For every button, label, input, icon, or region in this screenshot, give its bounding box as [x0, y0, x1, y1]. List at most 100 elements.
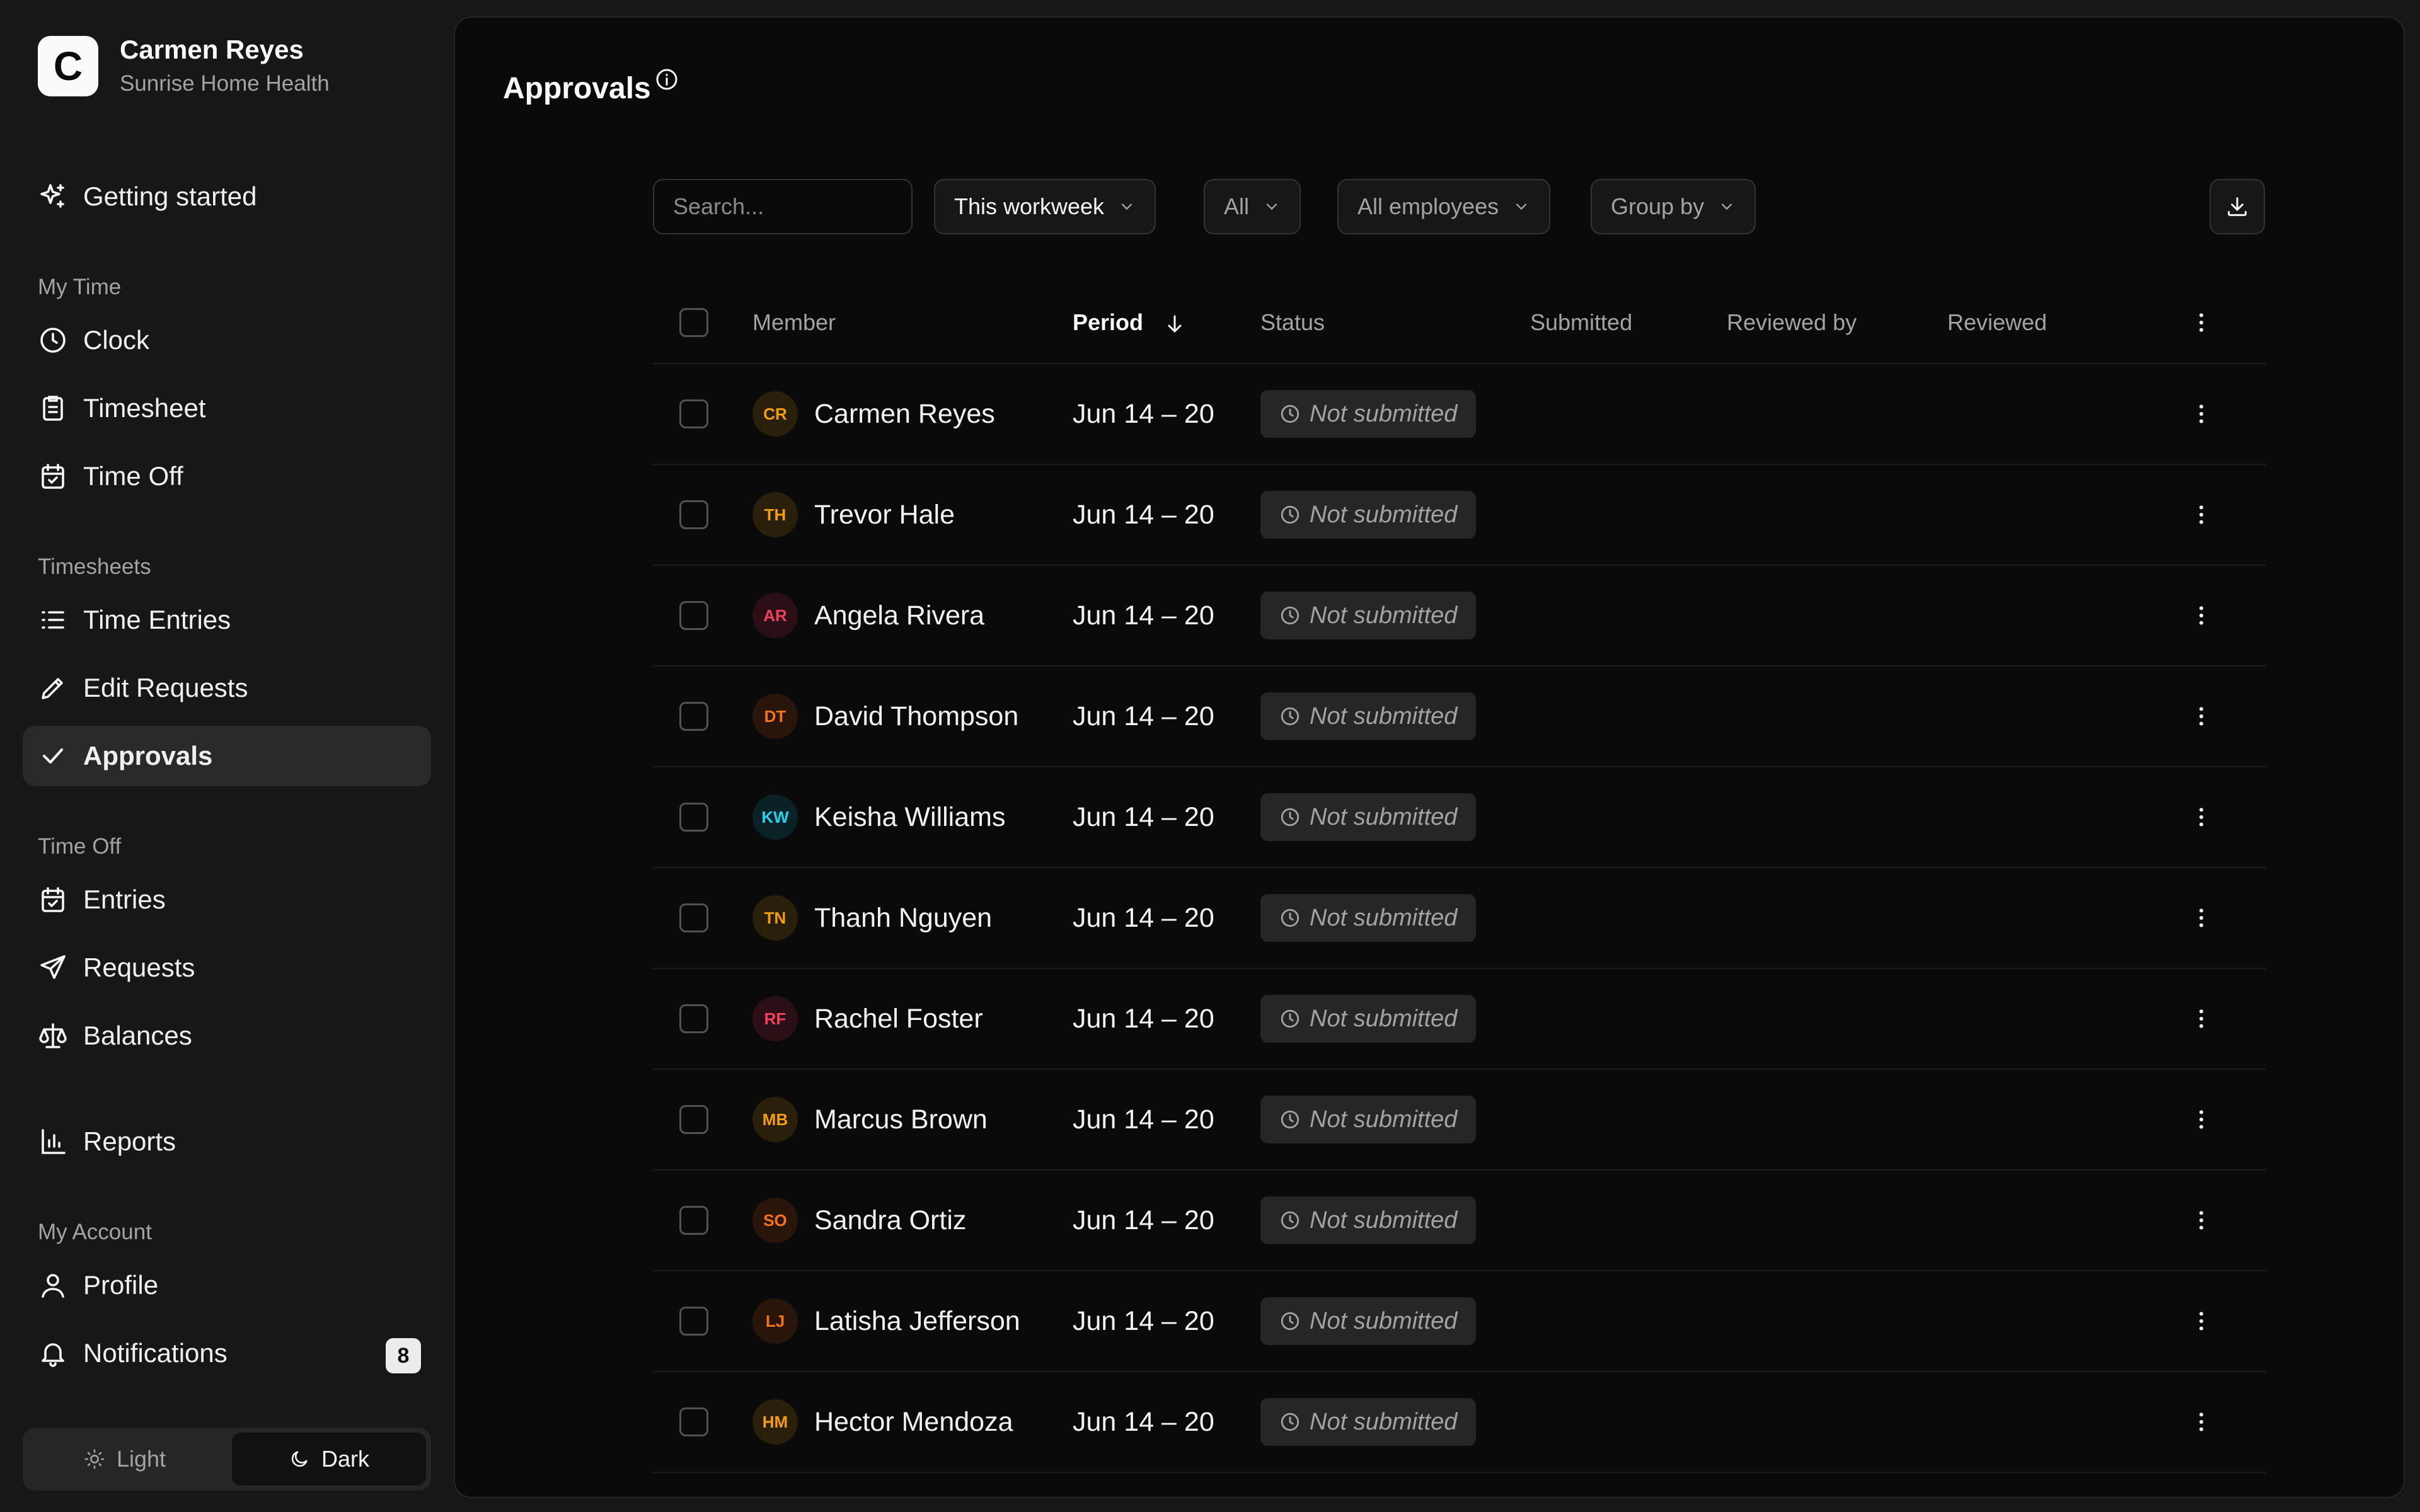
info-icon[interactable]: [654, 54, 682, 90]
select-all-checkbox[interactable]: [679, 308, 708, 337]
table-row[interactable]: SO Sandra Ortiz Jun 14 – 20 Not submitte…: [653, 1170, 2266, 1271]
status-filter-dropdown[interactable]: All: [1204, 179, 1301, 234]
moon-icon: [291, 1451, 308, 1467]
status-badge: Not submitted: [1260, 390, 1477, 438]
submitted-cell: [1530, 1069, 1727, 1171]
clock-icon: [1281, 404, 1299, 423]
sidebar-item-clock[interactable]: Clock: [23, 310, 431, 370]
period-cell: Jun 14 – 20: [1073, 1069, 1260, 1171]
reviewed-cell: [1947, 1069, 2136, 1171]
employee-filter-dropdown[interactable]: All employees: [1337, 179, 1551, 234]
sidebar-item-approvals[interactable]: Approvals: [23, 726, 431, 786]
row-checkbox[interactable]: [679, 1407, 708, 1436]
row-actions-button[interactable]: [2136, 805, 2266, 830]
row-actions-cell: [2136, 968, 2266, 1070]
row-checkbox[interactable]: [679, 500, 708, 529]
row-checkbox[interactable]: [679, 601, 708, 630]
download-button[interactable]: [2210, 179, 2265, 234]
sidebar-item-requests[interactable]: Requests: [23, 937, 431, 998]
sidebar-item-notifications[interactable]: Notifications 8: [23, 1323, 431, 1383]
status-filter-value: All: [1224, 193, 1250, 219]
table-row[interactable]: AR Angela Rivera Jun 14 – 20 Not submitt…: [653, 565, 2266, 667]
period-cell: Jun 14 – 20: [1073, 565, 1260, 667]
row-actions-button[interactable]: [2136, 1208, 2266, 1233]
status-badge: Not submitted: [1260, 1297, 1477, 1345]
row-actions-button[interactable]: [2136, 1006, 2266, 1031]
row-checkbox[interactable]: [679, 1105, 708, 1134]
status-badge: Not submitted: [1260, 1398, 1477, 1446]
row-actions-button[interactable]: [2136, 704, 2266, 729]
column-header-submitted[interactable]: Submitted: [1530, 282, 1727, 364]
row-actions-button[interactable]: [2136, 603, 2266, 628]
nav-section-my-account: My Account: [38, 1220, 152, 1244]
sidebar-item-profile[interactable]: Profile: [23, 1255, 431, 1315]
table-row[interactable]: RF Rachel Foster Jun 14 – 20 Not submitt…: [653, 968, 2266, 1070]
column-header-member[interactable]: Member: [752, 282, 1073, 364]
column-header-status[interactable]: Status: [1260, 282, 1530, 364]
clock-icon: [1281, 707, 1299, 726]
reviewed-by-cell: [1727, 1069, 1947, 1171]
chevron-down-icon: [1721, 203, 1732, 210]
member-name: Trevor Hale: [814, 499, 955, 530]
submitted-cell: [1530, 364, 1727, 465]
sidebar-item-timesheet[interactable]: Timesheet: [23, 378, 431, 438]
member-cell: DT David Thompson: [752, 666, 1073, 767]
reviewed-cell: [1947, 565, 2136, 667]
column-options-button[interactable]: [2136, 310, 2266, 335]
status-text: Not submitted: [1310, 803, 1458, 830]
column-header-reviewed-by[interactable]: Reviewed by: [1727, 282, 1947, 364]
row-actions-button[interactable]: [2136, 1107, 2266, 1132]
sidebar-item-entries[interactable]: Entries: [23, 869, 431, 930]
table-row[interactable]: MB Marcus Brown Jun 14 – 20 Not submitte…: [653, 1069, 2266, 1171]
row-actions-cell: [2136, 1271, 2266, 1372]
column-header-reviewed[interactable]: Reviewed: [1947, 282, 2136, 364]
table-row[interactable]: TH Trevor Hale Jun 14 – 20 Not submitted: [653, 464, 2266, 566]
row-actions-button[interactable]: [2136, 1409, 2266, 1435]
more-vertical-icon: [2199, 1110, 2203, 1129]
sidebar-item-edit-requests[interactable]: Edit Requests: [23, 658, 431, 718]
table-row[interactable]: KW Keisha Williams Jun 14 – 20 Not submi…: [653, 767, 2266, 868]
member-name: Thanh Nguyen: [814, 902, 993, 933]
group-by-dropdown[interactable]: Group by: [1591, 179, 1756, 234]
status-badge: Not submitted: [1260, 592, 1477, 639]
clock-icon: [1281, 1110, 1299, 1129]
sidebar-item-reports[interactable]: Reports: [23, 1111, 431, 1172]
row-actions-button[interactable]: [2136, 401, 2266, 427]
submitted-cell: [1530, 1271, 1727, 1372]
theme-dark-button[interactable]: Dark: [232, 1433, 426, 1486]
table-row[interactable]: CR Carmen Reyes Jun 14 – 20 Not submitte…: [653, 364, 2266, 465]
status-cell: Not submitted: [1260, 1069, 1530, 1171]
user-account-header[interactable]: C Carmen Reyes Sunrise Home Health: [38, 34, 330, 98]
period-filter-dropdown[interactable]: This workweek: [934, 179, 1156, 234]
row-checkbox[interactable]: [679, 1004, 708, 1033]
row-checkbox[interactable]: [679, 803, 708, 832]
row-checkbox[interactable]: [679, 903, 708, 932]
row-actions-button[interactable]: [2136, 502, 2266, 527]
member-name: Marcus Brown: [814, 1104, 988, 1135]
row-checkbox[interactable]: [679, 1307, 708, 1336]
table-row[interactable]: LJ Latisha Jefferson Jun 14 – 20 Not sub…: [653, 1271, 2266, 1372]
table-row[interactable]: DT David Thompson Jun 14 – 20 Not submit…: [653, 666, 2266, 767]
sidebar-item-time-entries[interactable]: Time Entries: [23, 590, 431, 650]
table-row[interactable]: HM Hector Mendoza Jun 14 – 20 Not submit…: [653, 1372, 2266, 1473]
reviewed-by-cell: [1727, 565, 1947, 667]
row-checkbox[interactable]: [679, 1206, 708, 1235]
clock-icon: [1281, 908, 1299, 927]
theme-light-button[interactable]: Light: [28, 1433, 222, 1486]
sidebar-item-balances[interactable]: Balances: [23, 1005, 431, 1066]
row-actions-button[interactable]: [2136, 1309, 2266, 1334]
row-actions-button[interactable]: [2136, 905, 2266, 931]
table-row[interactable]: TN Thanh Nguyen Jun 14 – 20 Not submitte…: [653, 868, 2266, 969]
row-checkbox[interactable]: [679, 702, 708, 731]
row-select-cell: [653, 1170, 752, 1271]
clipboard-list-icon: [38, 393, 68, 423]
sidebar-item-getting-started[interactable]: Getting started: [23, 166, 431, 227]
member-name: David Thompson: [814, 701, 1019, 731]
sidebar-item-time-off[interactable]: Time Off: [23, 446, 431, 507]
more-vertical-icon: [2199, 313, 2203, 332]
avatar: MB: [752, 1097, 798, 1142]
search-input[interactable]: [653, 179, 913, 234]
row-checkbox[interactable]: [679, 399, 708, 428]
submitted-cell: [1530, 868, 1727, 969]
column-header-period[interactable]: Period: [1073, 282, 1260, 364]
